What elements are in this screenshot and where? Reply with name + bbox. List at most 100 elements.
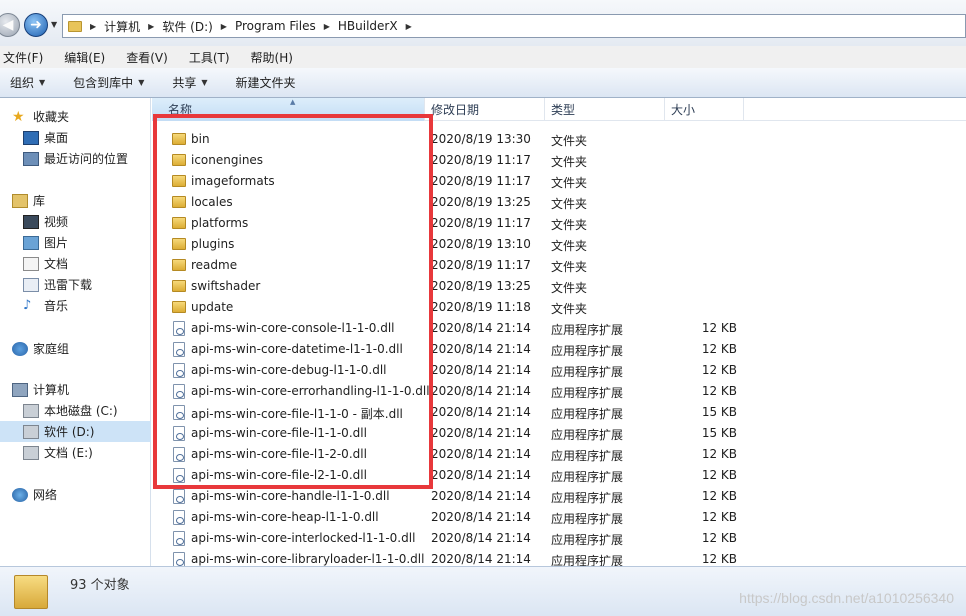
file-row[interactable]: api-ms-win-core-errorhandling-l1-1-0.dll… [152, 381, 966, 402]
menu-edit[interactable]: 编辑(E) [61, 49, 108, 66]
include-in-library-button[interactable]: 包含到库中 ▼ [63, 74, 154, 91]
nav-computer[interactable]: 计算机 [0, 379, 151, 400]
file-row[interactable]: swiftshader 2020/8/19 13:25 文件夹 [152, 276, 966, 297]
share-label: 共享 [172, 76, 197, 90]
back-button[interactable]: ◀ [0, 13, 20, 37]
chevron-right-icon[interactable]: ▶ [148, 22, 154, 31]
nav-pictures[interactable]: 图片 [0, 232, 151, 253]
chevron-right-icon[interactable]: ▶ [324, 22, 330, 31]
chevron-right-icon[interactable]: ▶ [90, 22, 96, 31]
file-row[interactable]: bin 2020/8/19 13:30 文件夹 [152, 129, 966, 150]
file-row[interactable]: api-ms-win-core-debug-l1-1-0.dll 2020/8/1… [152, 360, 966, 381]
dll-file-icon [173, 447, 185, 462]
file-row[interactable]: update 2020/8/19 11:18 文件夹 [152, 297, 966, 318]
file-list: bin 2020/8/19 13:30 文件夹 iconengines 2020/8/1… [152, 121, 966, 566]
share-button[interactable]: 共享 ▼ [162, 74, 217, 91]
file-row[interactable]: iconengines 2020/8/19 11:17 文件夹 [152, 150, 966, 171]
nav-music[interactable]: ♪ 音乐 [0, 295, 151, 316]
file-name: api-ms-win-core-file-l1-1-0 - 副本.dll [191, 407, 403, 421]
file-name: api-ms-win-core-console-l1-1-0.dll [191, 321, 395, 335]
nav-drive-e[interactable]: 文档 (E:) [0, 442, 151, 463]
network-icon [12, 487, 28, 502]
menu-view[interactable]: 查看(V) [123, 49, 171, 66]
watermark: https://blog.csdn.net/a1010256340 [739, 590, 954, 606]
file-type: 应用程序扩展 [551, 533, 624, 547]
file-size: 15 KB [701, 405, 737, 419]
folder-icon [172, 154, 186, 166]
file-size: 12 KB [701, 363, 737, 377]
column-name-label: 名称 [168, 103, 193, 117]
column-header-date[interactable]: 修改日期 [426, 98, 545, 121]
file-row[interactable]: api-ms-win-core-file-l1-1-0 - 副本.dll 2020… [152, 402, 966, 423]
organize-button[interactable]: 组织 ▼ [0, 74, 55, 91]
picture-icon [23, 235, 39, 250]
folder-icon [172, 301, 186, 313]
nav-network[interactable]: 网络 [0, 484, 151, 505]
nav-drive-c[interactable]: 本地磁盘 (C:) [0, 400, 151, 421]
file-name: api-ms-win-core-file-l1-1-0.dll [191, 426, 367, 440]
drive-icon [23, 445, 39, 460]
breadcrumb-computer[interactable]: 计算机 [104, 18, 140, 35]
breadcrumb-program-files[interactable]: Program Files [235, 19, 316, 33]
address-bar-row: ◀ ➜ ▼ ▶ 计算机 ▶ 软件 (D:) ▶ Program Files ▶ … [0, 0, 966, 46]
new-folder-button[interactable]: 新建文件夹 [226, 74, 306, 91]
file-type: 应用程序扩展 [551, 512, 624, 526]
nav-desktop[interactable]: 桌面 [0, 127, 151, 148]
include-in-library-label: 包含到库中 [73, 76, 134, 90]
file-date: 2020/8/14 21:14 [431, 468, 531, 482]
nav-label: 音乐 [44, 299, 69, 313]
file-row[interactable]: api-ms-win-core-console-l1-1-0.dll 2020/8… [152, 318, 966, 339]
file-type: 应用程序扩展 [551, 491, 624, 505]
file-date: 2020/8/19 11:17 [431, 216, 531, 230]
chevron-right-icon[interactable]: ▶ [221, 22, 227, 31]
file-row[interactable]: api-ms-win-core-handle-l1-1-0.dll 2020/8/… [152, 486, 966, 507]
nav-documents[interactable]: 文档 [0, 253, 151, 274]
chevron-right-icon[interactable]: ▶ [406, 22, 412, 31]
address-box[interactable]: ▶ 计算机 ▶ 软件 (D:) ▶ Program Files ▶ HBuild… [62, 14, 966, 38]
file-date: 2020/8/19 13:30 [431, 132, 531, 146]
nav-homegroup[interactable]: 家庭组 [0, 338, 151, 359]
file-date: 2020/8/19 13:10 [431, 237, 531, 251]
file-name: api-ms-win-core-debug-l1-1-0.dll [191, 363, 387, 377]
recent-pages-dropdown[interactable]: ▼ [51, 20, 57, 29]
dll-file-icon [173, 405, 185, 420]
nav-recent-places[interactable]: 最近访问的位置 [0, 148, 151, 169]
nav-favorites[interactable]: ★ 收藏夹 [0, 106, 151, 127]
file-row[interactable]: api-ms-win-core-file-l1-1-0.dll 2020/8/14… [152, 423, 966, 444]
file-row[interactable]: api-ms-win-core-libraryloader-l1-1-0.dll… [152, 549, 966, 566]
nav-videos[interactable]: 视频 [0, 211, 151, 232]
breadcrumb-hbuilderx[interactable]: HBuilderX [338, 19, 398, 33]
file-row[interactable]: locales 2020/8/19 13:25 文件夹 [152, 192, 966, 213]
forward-button[interactable]: ➜ [24, 13, 48, 37]
navigation-pane: ★ 收藏夹 桌面 最近访问的位置 库 视频 图片 文档 迅雷下载 ♪ 音乐 家庭… [0, 98, 151, 566]
column-header-size[interactable]: 大小 [666, 98, 744, 121]
file-row[interactable]: api-ms-win-core-file-l1-2-0.dll 2020/8/14… [152, 444, 966, 465]
nav-label: 文档 [44, 257, 69, 271]
file-date: 2020/8/19 11:17 [431, 258, 531, 272]
file-row[interactable]: platforms 2020/8/19 11:17 文件夹 [152, 213, 966, 234]
file-type: 文件夹 [551, 197, 588, 211]
nav-label: 图片 [44, 236, 69, 250]
column-date-label: 修改日期 [431, 103, 480, 117]
column-size-label: 大小 [671, 103, 696, 117]
menu-tools[interactable]: 工具(T) [186, 49, 233, 66]
file-row[interactable]: imageformats 2020/8/19 11:17 文件夹 [152, 171, 966, 192]
file-size: 12 KB [701, 342, 737, 356]
dll-file-icon [173, 531, 185, 546]
file-row[interactable]: readme 2020/8/19 11:17 文件夹 [152, 255, 966, 276]
file-type: 应用程序扩展 [551, 449, 624, 463]
file-row[interactable]: plugins 2020/8/19 13:10 文件夹 [152, 234, 966, 255]
breadcrumb-drive-d[interactable]: 软件 (D:) [162, 18, 212, 35]
file-row[interactable]: api-ms-win-core-datetime-l1-1-0.dll 2020/… [152, 339, 966, 360]
dll-file-icon [173, 384, 185, 399]
column-header-name[interactable]: ▲ 名称 [152, 98, 425, 121]
column-header-type[interactable]: 类型 [546, 98, 665, 121]
menu-file[interactable]: 文件(F) [0, 49, 46, 66]
menu-help[interactable]: 帮助(H) [248, 49, 296, 66]
nav-drive-d[interactable]: 软件 (D:) [0, 421, 151, 442]
file-row[interactable]: api-ms-win-core-heap-l1-1-0.dll 2020/8/14… [152, 507, 966, 528]
nav-thunder-downloads[interactable]: 迅雷下载 [0, 274, 151, 295]
file-row[interactable]: api-ms-win-core-interlocked-l1-1-0.dll 20… [152, 528, 966, 549]
nav-libraries[interactable]: 库 [0, 190, 151, 211]
file-row[interactable]: api-ms-win-core-file-l2-1-0.dll 2020/8/14… [152, 465, 966, 486]
